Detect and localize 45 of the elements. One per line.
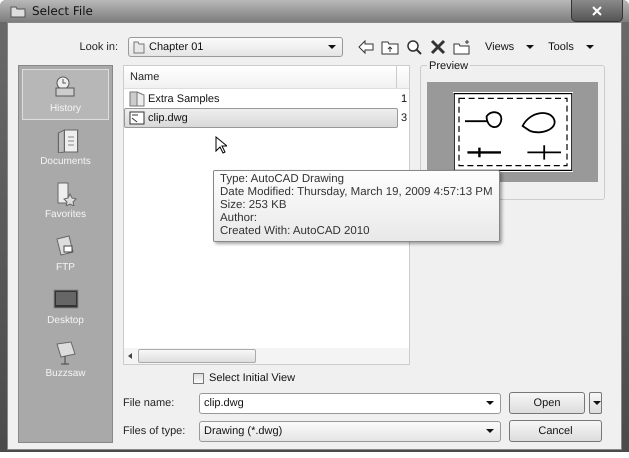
folder-icon bbox=[129, 90, 145, 106]
tooltip-line: Date Modified: Thursday, March 19, 2009 4:57:13 PM bbox=[220, 186, 493, 199]
up-folder-icon[interactable] bbox=[381, 39, 399, 55]
checkbox-label: Select Initial View bbox=[209, 372, 296, 384]
views-menu[interactable]: Views bbox=[477, 41, 534, 53]
checkbox[interactable] bbox=[193, 372, 204, 384]
tooltip-line: Created With: AutoCAD 2010 bbox=[220, 225, 371, 238]
file-name-field[interactable]: clip.dwg bbox=[199, 392, 501, 414]
caret-icon bbox=[586, 45, 594, 49]
file-type-label: Files of type: bbox=[123, 425, 186, 437]
tooltip-line: Author: bbox=[220, 212, 258, 225]
table-cell-text: 3 bbox=[400, 112, 408, 124]
tooltip-line: Size: 253 KB bbox=[220, 199, 288, 212]
scroll-left-arrow-icon[interactable] bbox=[128, 353, 132, 359]
window-title: Select File bbox=[32, 4, 93, 18]
caret-icon bbox=[328, 45, 336, 49]
scrollbar-thumb[interactable] bbox=[138, 349, 256, 363]
caret-icon bbox=[486, 429, 494, 433]
file-type-dropdown[interactable]: Drawing (*.dwg) bbox=[199, 420, 501, 442]
preview-label: Preview bbox=[427, 60, 470, 72]
drawing-icon bbox=[129, 110, 145, 126]
delete-icon[interactable] bbox=[429, 39, 447, 55]
close-icon bbox=[592, 6, 602, 16]
table-cell-text: 1 bbox=[400, 92, 408, 104]
close-button[interactable] bbox=[571, 0, 623, 22]
tools-menu[interactable]: Tools bbox=[540, 41, 594, 53]
mouse-cursor-icon bbox=[215, 136, 227, 154]
tooltip-line: Type: AutoCAD Drawing bbox=[220, 173, 346, 186]
back-arrow-icon[interactable] bbox=[357, 39, 375, 55]
new-folder-icon[interactable] bbox=[453, 39, 471, 55]
caret-icon bbox=[593, 401, 601, 405]
folder-icon bbox=[10, 4, 26, 18]
look-in-dropdown[interactable]: Chapter 01 bbox=[128, 37, 343, 57]
open-button[interactable]: Open bbox=[509, 392, 585, 414]
file-name-label: File name: bbox=[123, 397, 176, 409]
cancel-button[interactable]: Cancel bbox=[509, 420, 602, 442]
caret-icon bbox=[486, 401, 494, 405]
caret-icon bbox=[526, 45, 534, 49]
file-item[interactable]: Extra Samples bbox=[124, 88, 394, 108]
open-options-button[interactable] bbox=[589, 392, 602, 414]
horizontal-scrollbar[interactable] bbox=[124, 348, 409, 364]
look-in-label: Look in: bbox=[78, 41, 119, 53]
file-item[interactable]: clip.dwg bbox=[124, 108, 398, 128]
search-icon[interactable] bbox=[405, 39, 423, 55]
folder-icon bbox=[133, 40, 145, 54]
